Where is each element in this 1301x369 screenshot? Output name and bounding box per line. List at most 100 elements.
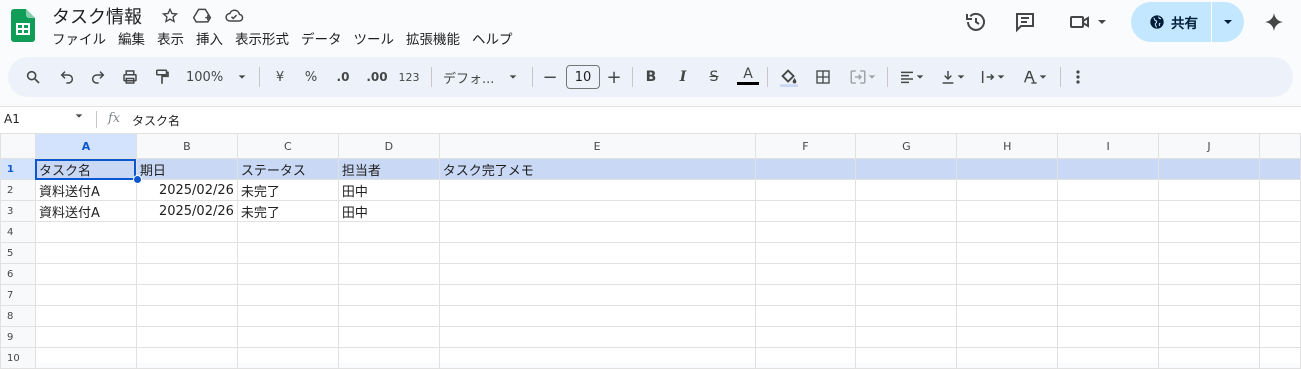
search-menus-icon[interactable] <box>22 57 44 97</box>
row-header[interactable]: 2 <box>0 179 36 201</box>
cell[interactable] <box>236 305 339 327</box>
cell[interactable] <box>1057 305 1160 327</box>
menu-format[interactable]: 表示形式 <box>229 31 295 49</box>
merge-cells-icon[interactable] <box>845 57 881 97</box>
print-icon[interactable] <box>119 57 141 97</box>
cell[interactable] <box>438 347 756 369</box>
cell[interactable] <box>1258 326 1301 348</box>
cell[interactable]: 田中 <box>337 179 440 201</box>
cell[interactable] <box>135 305 238 327</box>
increase-decimal-button[interactable]: .00 <box>364 57 390 97</box>
cell[interactable] <box>855 263 958 285</box>
row-header[interactable]: 10 <box>0 347 36 369</box>
text-color-button[interactable]: A <box>736 55 760 95</box>
cell[interactable]: 田中 <box>337 200 440 222</box>
cell[interactable] <box>438 305 756 327</box>
row-header[interactable]: 6 <box>0 263 36 285</box>
cell[interactable] <box>855 284 958 306</box>
cell[interactable] <box>855 221 958 243</box>
cell[interactable] <box>135 242 238 264</box>
comments-icon[interactable] <box>1011 8 1039 36</box>
cell[interactable] <box>855 179 958 201</box>
cell[interactable] <box>1258 347 1301 369</box>
strikethrough-button[interactable]: S <box>705 57 723 97</box>
star-icon[interactable] <box>160 6 180 26</box>
cell[interactable] <box>1057 284 1160 306</box>
cell[interactable] <box>34 347 137 369</box>
column-header-i[interactable]: I <box>1057 133 1160 159</box>
cell[interactable] <box>754 347 857 369</box>
paint-format-icon[interactable] <box>151 57 173 97</box>
cell[interactable] <box>337 347 440 369</box>
text-wrapping-icon[interactable] <box>977 57 1009 97</box>
row-header[interactable]: 3 <box>0 200 36 222</box>
font-family-select[interactable]: デフォ... <box>443 57 523 97</box>
cell[interactable] <box>956 305 1059 327</box>
cell[interactable] <box>337 284 440 306</box>
cell[interactable] <box>34 305 137 327</box>
cell[interactable] <box>754 200 857 222</box>
cell[interactable] <box>1258 221 1301 243</box>
cell[interactable] <box>236 221 339 243</box>
cell[interactable] <box>135 326 238 348</box>
cell[interactable] <box>754 263 857 285</box>
column-header-a[interactable]: A <box>34 133 137 159</box>
cell[interactable] <box>1258 200 1301 222</box>
sheets-logo-icon[interactable] <box>11 9 35 42</box>
cell[interactable]: 未完了 <box>236 200 339 222</box>
gemini-icon[interactable] <box>1260 8 1288 36</box>
move-to-drive-icon[interactable] <box>192 6 212 26</box>
cell[interactable] <box>34 242 137 264</box>
bold-button[interactable]: B <box>642 57 660 97</box>
cell[interactable] <box>1057 179 1160 201</box>
cell[interactable] <box>1258 179 1301 201</box>
cell[interactable] <box>1258 242 1301 264</box>
cell[interactable] <box>337 221 440 243</box>
decrease-font-size-button[interactable]: − <box>541 57 559 97</box>
row-header[interactable]: 5 <box>0 242 36 264</box>
format-currency-button[interactable]: ¥ <box>270 57 290 97</box>
cell[interactable] <box>1158 242 1260 264</box>
chevron-down-icon[interactable] <box>74 111 84 124</box>
menu-insert[interactable]: 挿入 <box>190 31 229 49</box>
cell[interactable] <box>135 221 238 243</box>
cell[interactable] <box>1158 263 1260 285</box>
cell[interactable] <box>337 305 440 327</box>
fill-color-icon[interactable] <box>777 57 801 97</box>
select-all-corner[interactable] <box>0 133 36 159</box>
undo-icon[interactable] <box>56 57 78 97</box>
cell[interactable]: 担当者 <box>337 158 440 180</box>
decrease-decimal-button[interactable]: .0 <box>332 57 354 97</box>
cell[interactable] <box>1158 284 1260 306</box>
cell[interactable] <box>1258 263 1301 285</box>
spreadsheet-grid[interactable]: A B C D E F G H I J 1 タスク名 期日 ステータス 担当者 タスク完了… <box>0 133 1301 369</box>
column-header-g[interactable]: G <box>855 133 958 159</box>
cell[interactable] <box>34 263 137 285</box>
cell[interactable] <box>855 305 958 327</box>
share-dropdown[interactable] <box>1212 16 1244 28</box>
cell[interactable] <box>1158 158 1260 180</box>
cell[interactable] <box>34 284 137 306</box>
cell[interactable] <box>135 347 238 369</box>
cell[interactable]: タスク名 <box>34 158 137 180</box>
cell[interactable] <box>337 326 440 348</box>
cell[interactable] <box>236 347 339 369</box>
menu-help[interactable]: ヘルプ <box>466 31 519 49</box>
cell[interactable] <box>438 326 756 348</box>
borders-icon[interactable] <box>813 57 833 97</box>
cell[interactable] <box>956 179 1059 201</box>
row-header[interactable]: 7 <box>0 284 36 306</box>
cell[interactable] <box>1258 158 1301 180</box>
cell[interactable] <box>1158 326 1260 348</box>
cell[interactable] <box>236 242 339 264</box>
cell[interactable]: 資料送付A <box>34 200 137 222</box>
name-box[interactable]: A1 <box>4 112 20 126</box>
cell[interactable] <box>1057 221 1160 243</box>
cell[interactable] <box>754 158 857 180</box>
cell[interactable] <box>754 284 857 306</box>
format-percent-button[interactable]: % <box>301 57 321 97</box>
cell[interactable] <box>754 305 857 327</box>
cell[interactable] <box>438 242 756 264</box>
cell[interactable] <box>956 284 1059 306</box>
font-size-input[interactable]: 10 <box>566 65 600 89</box>
